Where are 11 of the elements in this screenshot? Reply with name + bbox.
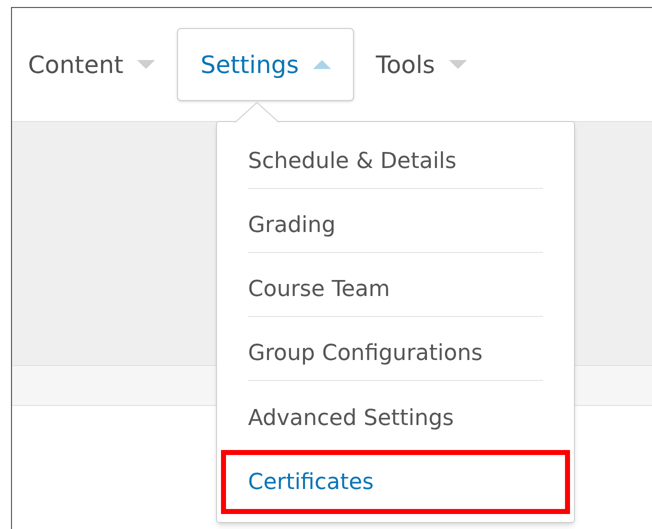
dropdown-item[interactable]: Course Team xyxy=(221,258,570,322)
dropdown-item[interactable]: Schedule & Details xyxy=(221,130,570,194)
caret-down-icon xyxy=(137,60,156,69)
dropdown-item[interactable]: Certificates xyxy=(221,450,570,514)
dropdown-item[interactable]: Grading xyxy=(221,194,570,258)
nav-tab[interactable]: Tools xyxy=(372,28,472,101)
nav-tab[interactable]: Content xyxy=(24,28,160,101)
caret-up-icon xyxy=(312,60,331,69)
dropdown-item[interactable]: Advanced Settings xyxy=(221,386,570,450)
dropdown-item[interactable]: Group Configurations xyxy=(221,322,570,386)
caret-down-icon xyxy=(449,60,468,69)
